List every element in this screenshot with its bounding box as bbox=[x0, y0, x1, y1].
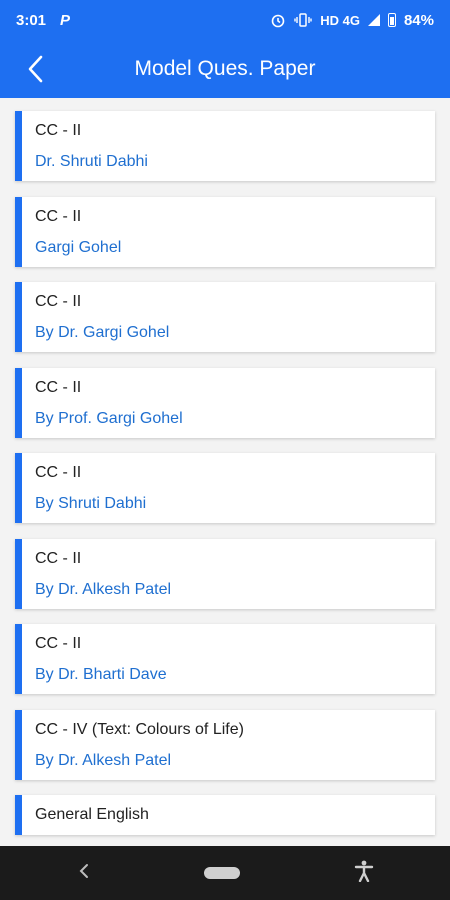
network-label: HD 4G bbox=[320, 12, 360, 28]
list-item[interactable]: General English bbox=[15, 795, 435, 835]
paper-author: By Dr. Bharti Dave bbox=[35, 666, 167, 683]
list-item[interactable]: CC - II By Shruti Dabhi bbox=[15, 453, 435, 523]
paper-title: General English bbox=[35, 806, 149, 823]
accent-bar bbox=[15, 709, 22, 780]
paper-title: CC - II bbox=[35, 207, 82, 225]
paper-author: By Dr. Alkesh Patel bbox=[35, 751, 172, 769]
vibrate-icon bbox=[294, 13, 312, 27]
paper-author: By Shruti Dabhi bbox=[35, 495, 147, 512]
app-bar: Model Ques. Paper bbox=[0, 40, 450, 98]
paper-title: CC - II bbox=[35, 378, 82, 396]
paper-title: CC - II bbox=[35, 464, 82, 481]
paper-author: By Dr. Gargi Gohel bbox=[35, 324, 170, 341]
nav-back-icon bbox=[79, 863, 88, 878]
paper-author: By Prof. Gargi Gohel bbox=[35, 409, 183, 427]
paper-author: Gargi Gohel bbox=[35, 238, 122, 256]
accent-bar bbox=[15, 538, 22, 609]
paper-title: CC - II bbox=[35, 293, 82, 310]
paper-title: CC - II bbox=[35, 549, 82, 567]
list-item[interactable]: CC - IV (Text: Colours of Life) By Dr. A… bbox=[15, 709, 435, 780]
list-item[interactable]: CC - II By Dr. Gargi Gohel bbox=[15, 282, 435, 352]
accent-bar bbox=[15, 111, 22, 181]
accessibility-icon bbox=[354, 860, 374, 882]
chevron-left-icon bbox=[28, 55, 43, 83]
battery-percent: 84% bbox=[403, 11, 434, 29]
page-title: Model Ques. Paper bbox=[134, 57, 316, 80]
nav-home-button[interactable] bbox=[204, 867, 240, 879]
signal-icon bbox=[367, 14, 380, 26]
alarm-icon bbox=[271, 14, 285, 28]
system-nav-bar bbox=[0, 846, 450, 900]
paper-list: CC - II Dr. Shruti Dabhi CC - II Gargi G… bbox=[15, 111, 435, 851]
app-notification-icon: P bbox=[60, 11, 71, 29]
nav-back-button[interactable] bbox=[78, 862, 90, 885]
accent-bar bbox=[15, 453, 22, 523]
paper-title: CC - II bbox=[35, 635, 82, 652]
accent-bar bbox=[15, 282, 22, 352]
back-button[interactable] bbox=[8, 40, 64, 98]
paper-author: Dr. Shruti Dabhi bbox=[35, 153, 148, 170]
accent-bar bbox=[15, 795, 22, 835]
status-time: 3:01 bbox=[16, 11, 47, 29]
accessibility-button[interactable] bbox=[354, 860, 374, 887]
battery-icon bbox=[387, 13, 396, 27]
paper-title: CC - IV (Text: Colours of Life) bbox=[35, 720, 244, 738]
list-item[interactable]: CC - II Gargi Gohel bbox=[15, 196, 435, 267]
paper-author: By Dr. Alkesh Patel bbox=[35, 580, 172, 598]
list-item[interactable]: CC - II By Prof. Gargi Gohel bbox=[15, 367, 435, 438]
accent-bar bbox=[15, 624, 22, 694]
list-item[interactable]: CC - II By Dr. Bharti Dave bbox=[15, 624, 435, 694]
list-item[interactable]: CC - II Dr. Shruti Dabhi bbox=[15, 111, 435, 181]
accent-bar bbox=[15, 367, 22, 438]
accent-bar bbox=[15, 196, 22, 267]
paper-title: CC - II bbox=[35, 122, 82, 139]
list-item[interactable]: CC - II By Dr. Alkesh Patel bbox=[15, 538, 435, 609]
status-bar: 3:01 P HD 4G 84% bbox=[0, 0, 450, 40]
